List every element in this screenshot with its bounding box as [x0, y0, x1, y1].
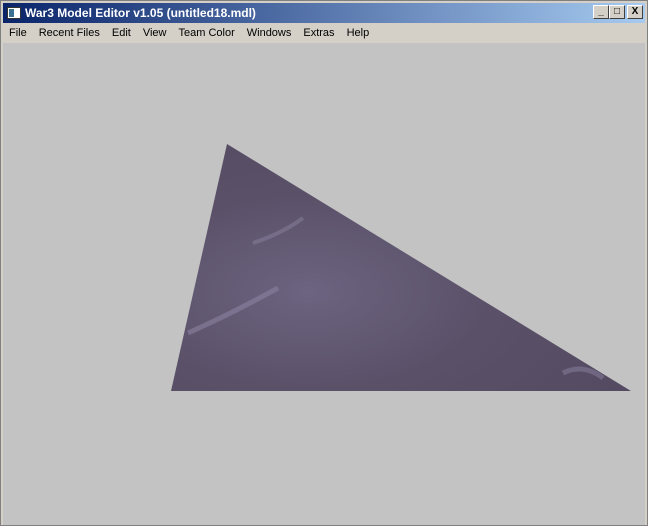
menu-help[interactable]: Help [341, 27, 376, 39]
minimize-button[interactable]: _ [593, 5, 609, 19]
app-icon [7, 7, 21, 19]
maximize-button[interactable]: □ [609, 5, 625, 19]
close-button[interactable]: X [627, 5, 643, 19]
menu-view[interactable]: View [137, 27, 173, 39]
3d-viewport[interactable] [3, 43, 645, 525]
title-bar[interactable]: War3 Model Editor v1.05 (untitled18.mdl)… [3, 3, 645, 23]
model-render [171, 144, 631, 391]
menu-team-color[interactable]: Team Color [173, 27, 241, 39]
menu-windows[interactable]: Windows [241, 27, 298, 39]
menu-recent-files[interactable]: Recent Files [33, 27, 106, 39]
textured-triangle [171, 144, 631, 391]
menu-bar: File Recent Files Edit View Team Color W… [3, 23, 645, 42]
window-title: War3 Model Editor v1.05 (untitled18.mdl) [25, 6, 256, 20]
menu-file[interactable]: File [3, 27, 33, 39]
app-window: War3 Model Editor v1.05 (untitled18.mdl)… [0, 0, 648, 526]
menu-extras[interactable]: Extras [297, 27, 340, 39]
menu-edit[interactable]: Edit [106, 27, 137, 39]
